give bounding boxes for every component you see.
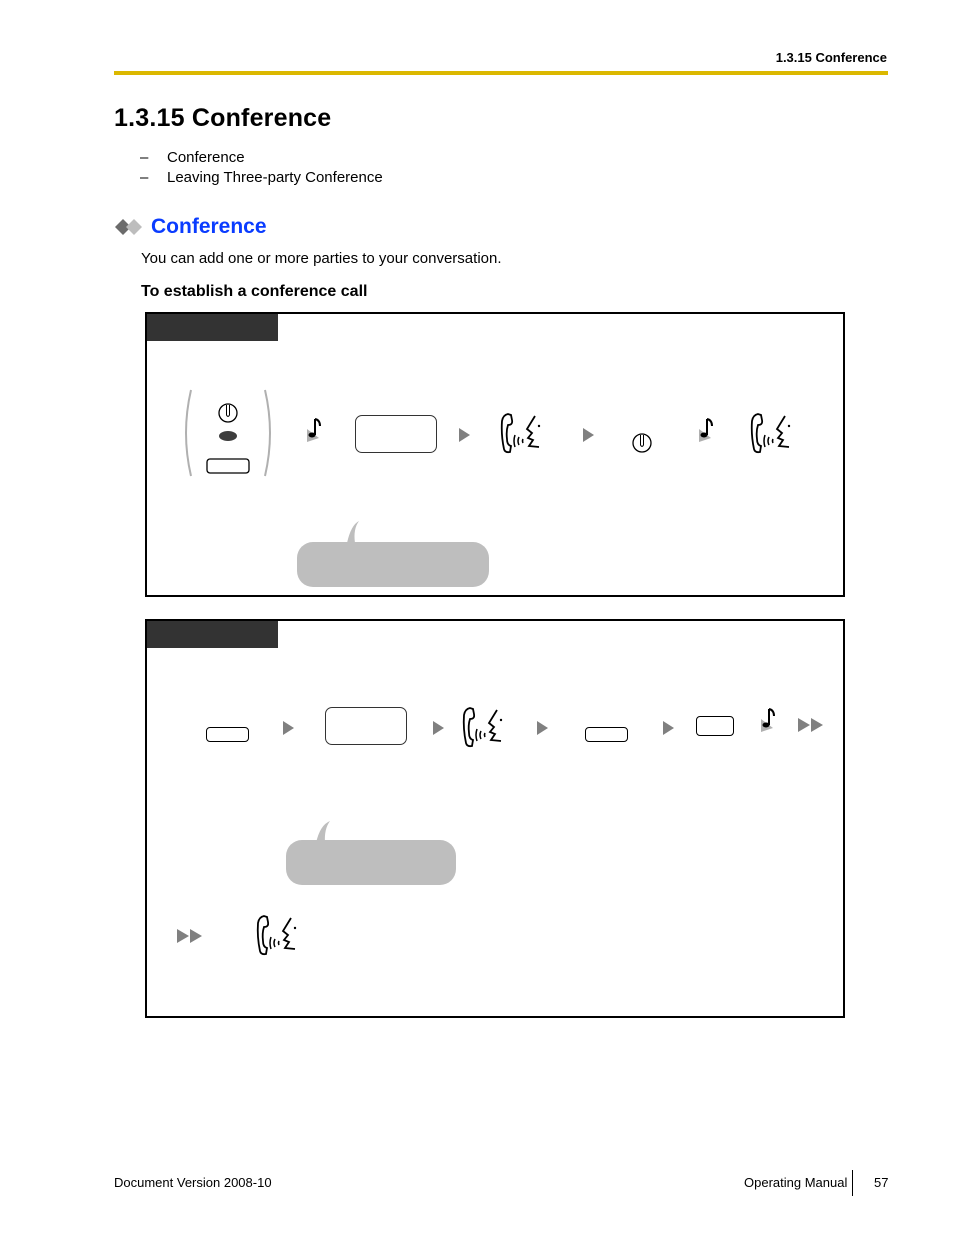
next-arrow-icon — [283, 721, 294, 735]
off-hook-or-speaker-key-group-icon — [185, 389, 271, 477]
feature-key-button[interactable] — [206, 727, 249, 742]
toc-item[interactable]: Conference — [140, 148, 383, 168]
procedure-box-tab — [147, 314, 278, 341]
section-description: You can add one or more parties to your … — [141, 250, 502, 267]
page-number: 57 — [874, 1175, 889, 1190]
next-arrow-icon — [537, 721, 548, 735]
page-title: 1.3.15 Conference — [114, 104, 332, 132]
section-title: Conference — [151, 215, 267, 238]
next-arrow-icon — [583, 428, 594, 442]
talk-icon — [750, 413, 791, 454]
on-hook-icon — [632, 433, 652, 453]
continue-icon — [177, 929, 202, 943]
continue-icon — [798, 718, 823, 732]
dial-display-field[interactable] — [325, 707, 407, 745]
footer-divider — [852, 1170, 853, 1196]
confirmation-tone-icon — [699, 418, 713, 442]
confirmation-tone-icon — [307, 418, 321, 442]
procedure-subheading: To establish a conference call — [141, 283, 368, 300]
double-diamond-icon — [115, 219, 142, 235]
next-arrow-icon — [663, 721, 674, 735]
talk-icon — [256, 915, 297, 956]
next-arrow-icon — [433, 721, 444, 735]
section-toc: Conference Leaving Three-party Conferenc… — [140, 148, 383, 188]
feature-key-button[interactable] — [585, 727, 628, 742]
section-heading: Conference — [114, 215, 267, 239]
talk-icon — [500, 413, 541, 454]
procedure-box-tab — [147, 621, 278, 648]
note-callout-bubble — [286, 821, 456, 885]
manual-name: Operating Manual — [744, 1175, 848, 1190]
note-callout-bubble — [297, 521, 489, 587]
header-rule — [114, 71, 888, 75]
procedure-box-1 — [145, 312, 845, 597]
confirmation-tone-icon — [761, 708, 775, 732]
toc-item[interactable]: Leaving Three-party Conference — [140, 168, 383, 188]
key-button[interactable] — [696, 716, 734, 736]
talk-icon — [462, 707, 503, 748]
running-header-title: 1.3.15 Conference — [775, 50, 887, 65]
next-arrow-icon — [459, 428, 470, 442]
document-version: Document Version 2008-10 — [114, 1175, 272, 1190]
procedure-box-2 — [145, 619, 845, 1018]
dial-display-field[interactable] — [355, 415, 437, 453]
